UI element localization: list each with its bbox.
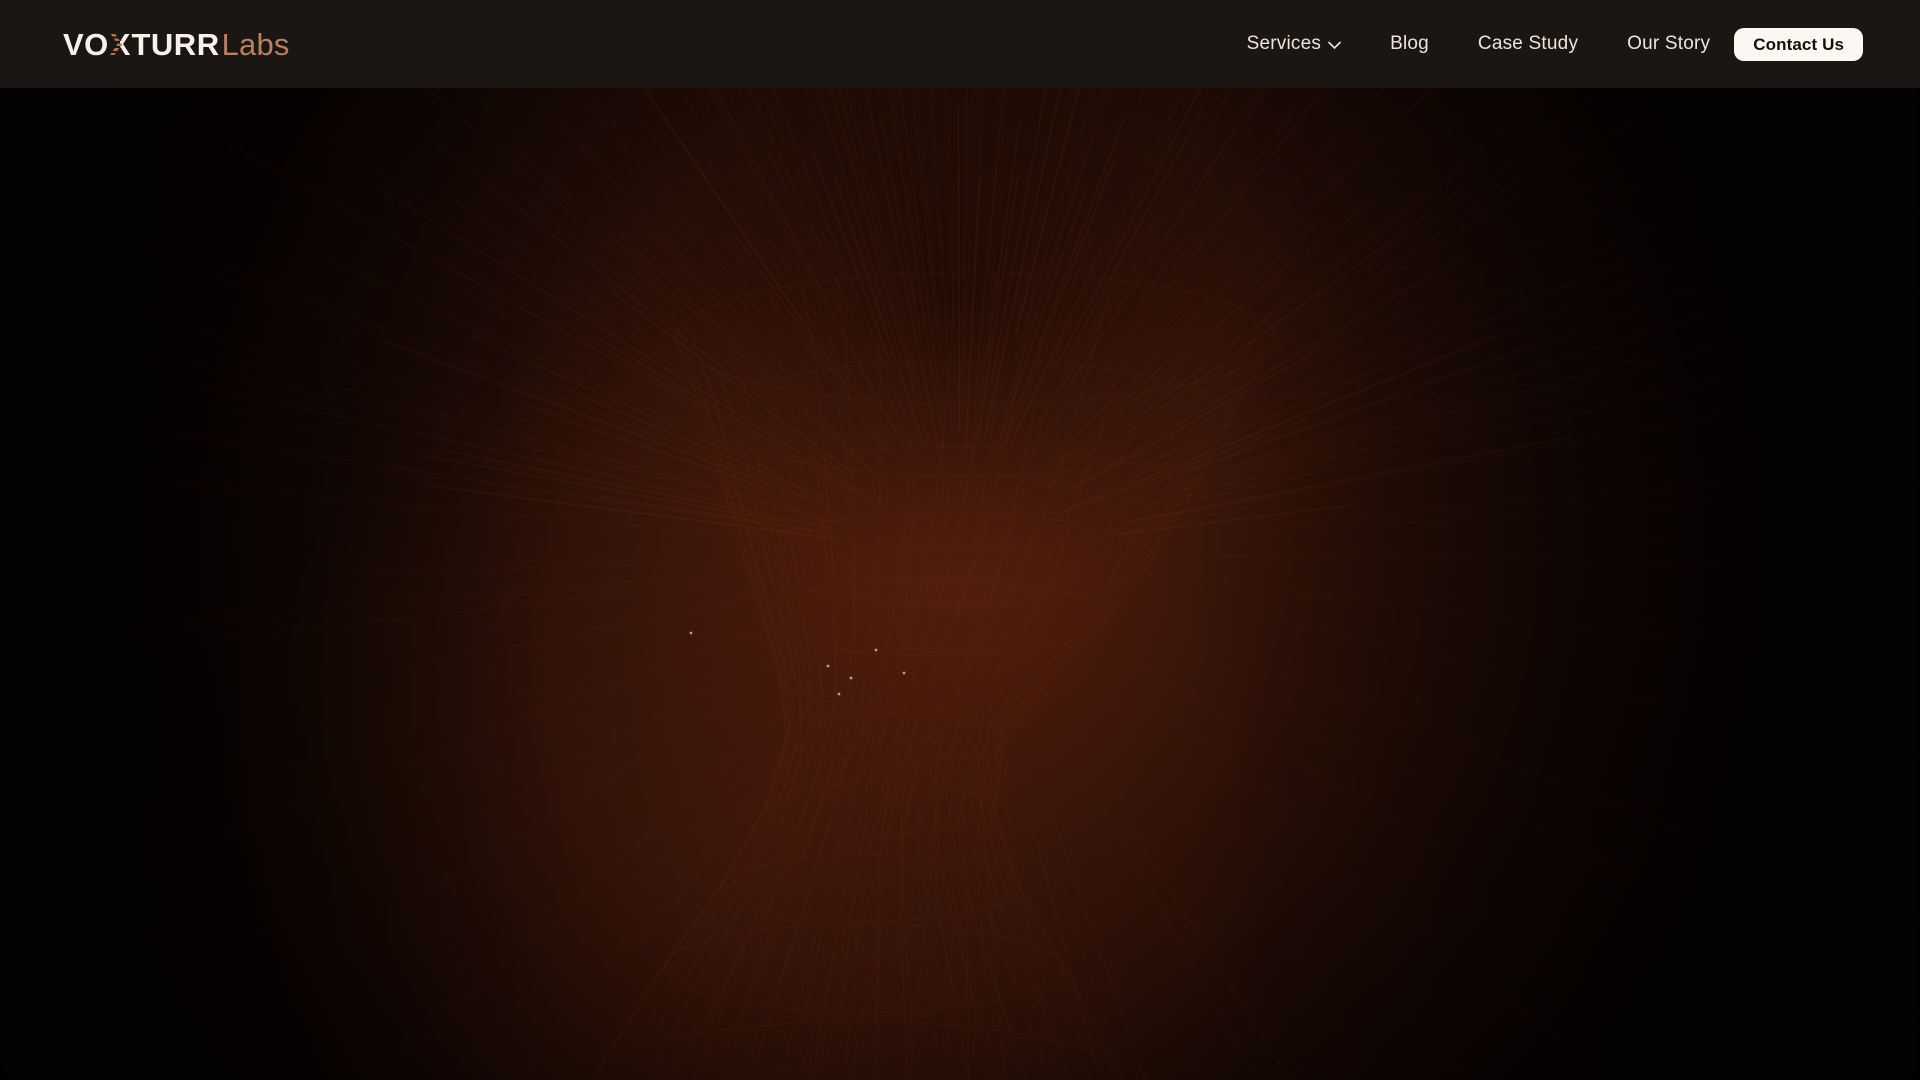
nav-label-services: Services xyxy=(1246,33,1322,54)
nav-link-our-story[interactable]: Our Story xyxy=(1627,33,1710,55)
logo-x-glyph: X xyxy=(109,26,131,62)
nav-label-blog: Blog xyxy=(1390,33,1429,54)
page: VO X TURR Labs Services Blog Case Study xyxy=(0,0,1920,1080)
main-nav: Services Blog Case Study Our Story Conta… xyxy=(1247,27,1863,61)
hero-section xyxy=(0,88,1920,1080)
nav-link-blog[interactable]: Blog xyxy=(1390,33,1429,55)
logo[interactable]: VO X TURR Labs xyxy=(63,26,290,62)
logo-text-labs: Labs xyxy=(221,26,290,62)
logo-text-vo: VO xyxy=(63,26,109,62)
hero-visualization-canvas xyxy=(0,88,1920,1080)
site-header: VO X TURR Labs Services Blog Case Study xyxy=(0,0,1920,88)
nav-label-our-story: Our Story xyxy=(1627,33,1711,54)
logo-text-turr: TURR xyxy=(131,26,220,62)
chevron-down-icon xyxy=(1328,34,1341,56)
contact-us-button[interactable]: Contact Us xyxy=(1734,27,1863,61)
nav-link-services[interactable]: Services xyxy=(1247,32,1341,56)
nav-label-case-study: Case Study xyxy=(1477,33,1579,54)
nav-link-case-study[interactable]: Case Study xyxy=(1478,33,1578,55)
